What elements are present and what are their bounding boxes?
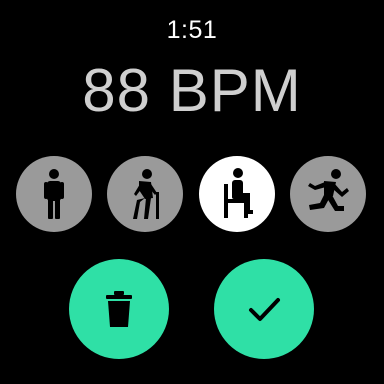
watch-screen: 1:51 88 BPM (0, 0, 384, 384)
seated-person-icon (224, 168, 253, 218)
activity-walking-button[interactable] (107, 156, 183, 232)
delete-button[interactable] (69, 259, 169, 359)
heart-rate-readout: 88 BPM (82, 57, 302, 124)
activity-sitting-button[interactable] (199, 156, 275, 232)
confirm-button[interactable] (214, 259, 314, 359)
running-person-icon (308, 169, 349, 211)
activity-running-button[interactable] (290, 156, 366, 232)
clock-time: 1:51 (166, 16, 218, 44)
walking-elderly-person-icon (133, 169, 159, 219)
standing-person-icon (44, 169, 64, 219)
checkmark-icon (249, 298, 280, 321)
activity-standing-button[interactable] (16, 156, 92, 232)
trash-icon (106, 291, 132, 327)
